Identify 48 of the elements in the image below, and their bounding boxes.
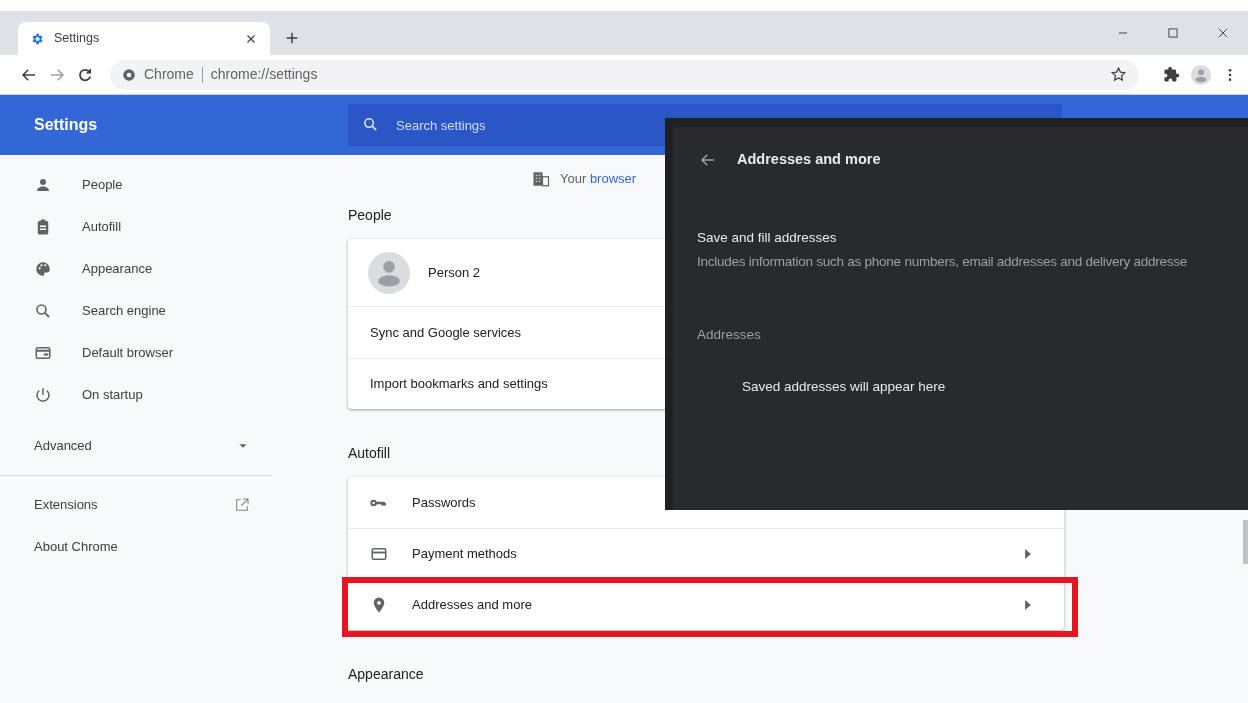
building-icon [532, 170, 550, 188]
maximize-icon[interactable] [1166, 26, 1180, 40]
section-heading: Appearance [348, 664, 425, 684]
site-label: Chrome [144, 65, 194, 84]
sidebar-item[interactable]: Search engine [0, 290, 272, 332]
browser-link[interactable]: browser [589, 171, 637, 187]
empty-message: Saved addresses will appear here [742, 377, 947, 396]
gear-icon [30, 31, 44, 46]
sidebar-item[interactable]: Appearance [0, 248, 272, 290]
browser-tab[interactable]: Settings [18, 22, 270, 55]
advanced-toggle[interactable]: Advanced [0, 425, 272, 467]
power-icon [34, 386, 52, 404]
scrollbar[interactable] [1243, 520, 1248, 564]
search-icon [34, 302, 52, 320]
browser-window-icon [34, 344, 52, 362]
section-label: Addresses [697, 326, 762, 345]
sidebar-link[interactable]: Extensions [0, 484, 272, 526]
settings-row[interactable]: Addresses and more [348, 579, 1064, 630]
section-heading: People [348, 205, 393, 225]
address-bar[interactable]: Chrome chrome://settings [110, 59, 1139, 90]
settings-row[interactable]: Payment methods [348, 528, 1064, 579]
tab-title: Settings [54, 30, 101, 48]
avatar-icon[interactable] [1190, 63, 1212, 86]
person-icon [34, 176, 52, 194]
close-icon[interactable] [1216, 26, 1230, 40]
section-heading: Autofill [348, 443, 392, 463]
page-title: Settings [33, 115, 99, 135]
sidebar-link[interactable]: About Chrome [0, 526, 272, 568]
credit-card-icon [370, 545, 388, 563]
sidebar-item[interactable]: Default browser [0, 332, 272, 374]
puzzle-icon[interactable] [1163, 66, 1180, 83]
key-icon [370, 498, 386, 507]
avatar-icon [368, 251, 410, 294]
managed-notice: Your browser [560, 171, 637, 187]
setting-title: Save and fill addresses [697, 228, 838, 247]
settings-row[interactable]: Passwords [348, 477, 1064, 528]
url-text: chrome://settings [210, 65, 319, 84]
sidebar-item[interactable]: On startup [0, 374, 272, 416]
new-tab-icon[interactable] [284, 30, 300, 46]
sidebar-item[interactable]: Autofill [0, 206, 272, 248]
search-icon [362, 116, 379, 133]
sidebar-item[interactable]: People [0, 164, 272, 206]
setting-description: Includes information such as phone numbers, email addresses and delivery addresse [697, 253, 1189, 271]
palette-icon [34, 260, 52, 278]
external-link-icon [234, 497, 250, 513]
panel-title: Addresses and more [737, 150, 881, 169]
star-icon[interactable] [1110, 66, 1127, 83]
profile-name: Person 2 [428, 263, 481, 282]
